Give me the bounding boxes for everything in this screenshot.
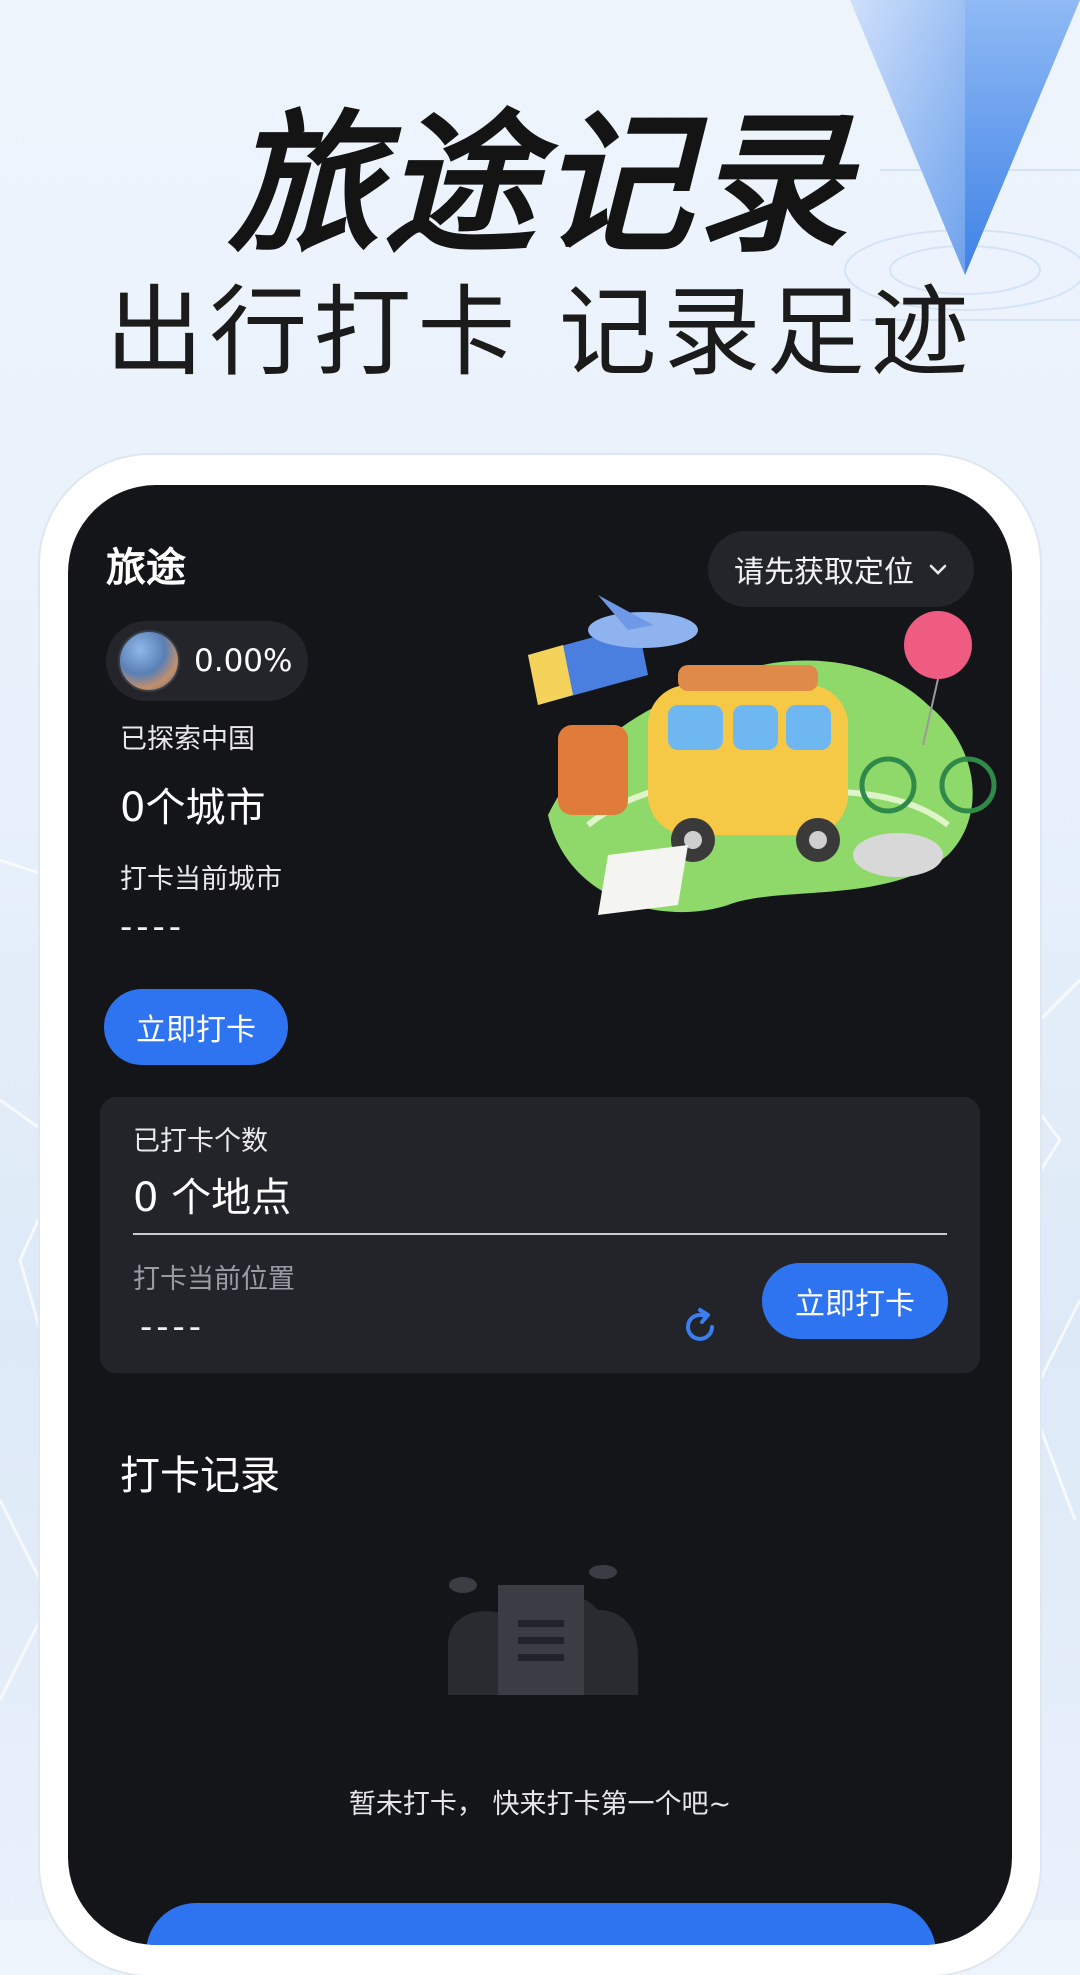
avatar-globe-icon: [118, 630, 180, 692]
checkin-city-button[interactable]: 立即打卡: [104, 989, 288, 1065]
empty-records-text: 暂未打卡， 快来打卡第一个吧~: [348, 1789, 732, 1820]
app-screen: 旅途 请先获取定位 0.00% 已探索中国 0个城市 打卡当前城市 ---- 立…: [68, 485, 1012, 1945]
cities-value: 0个城市: [120, 785, 266, 831]
explore-progress-chip: 0.00%: [106, 621, 309, 701]
explored-label: 已探索中国: [120, 724, 255, 755]
checkin-stats-card: 已打卡个数 0 个地点 打卡当前位置 ---- 立即打卡: [100, 1097, 980, 1373]
records-section-title: 打卡记录: [120, 1453, 280, 1499]
current-city-value: ----: [120, 907, 186, 947]
checkin-count-value: 0 个地点: [133, 1175, 292, 1221]
chevron-down-icon: [929, 564, 947, 575]
checkin-position-button[interactable]: 立即打卡: [762, 1263, 948, 1339]
checkin-count-label: 已打卡个数: [133, 1126, 268, 1157]
marketing-subtitle: 出行打卡 记录足迹: [105, 276, 975, 390]
empty-document-icon: [448, 1565, 638, 1695]
checkin-position-value: ----: [140, 1307, 206, 1347]
explore-percent: 0.00%: [194, 643, 293, 679]
bottom-action-button[interactable]: [146, 1903, 936, 1945]
divider: [133, 1233, 947, 1235]
checkin-position-label: 打卡当前位置: [133, 1264, 295, 1295]
app-title: 旅途: [106, 545, 186, 591]
marketing-title: 旅途记录: [228, 96, 852, 273]
checkin-city-label: 打卡当前城市: [120, 864, 282, 895]
travel-illustration: [528, 595, 997, 915]
refresh-icon[interactable]: [678, 1305, 722, 1349]
